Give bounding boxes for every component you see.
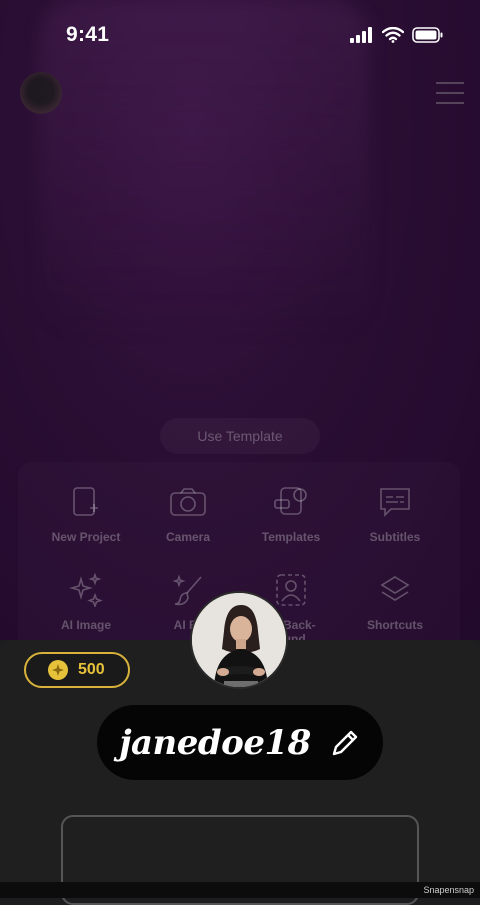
watermark: Snapensnap (423, 885, 474, 895)
coin-count: 500 (78, 661, 105, 678)
coin-balance-badge[interactable]: 500 (24, 652, 130, 688)
status-bar: 9:41 (0, 0, 480, 70)
username: janedoe18 (119, 722, 311, 763)
brush-icon (172, 574, 202, 606)
tool-label: Shortcuts (366, 618, 423, 632)
layers-icon (380, 576, 410, 601)
status-icons (350, 27, 444, 43)
edit-pencil-icon[interactable] (329, 727, 361, 759)
footer-bar (0, 882, 480, 898)
tool-label: Subtitles (369, 530, 421, 544)
tool-ai-image[interactable]: AI Image (31, 572, 141, 632)
tool-subtitles[interactable]: Subtitles (340, 484, 450, 544)
subtitles-icon (380, 488, 410, 517)
hamburger-menu-icon[interactable] (436, 82, 464, 104)
battery-icon (412, 27, 443, 43)
profile-avatar[interactable] (190, 591, 288, 689)
templates-icon (274, 487, 307, 515)
tool-new-project[interactable]: New Project (31, 484, 141, 544)
tool-label: Templates (261, 530, 321, 544)
tool-camera[interactable]: Camera (133, 484, 243, 544)
tool-shortcuts[interactable]: Shortcuts (340, 572, 450, 632)
coin-icon (48, 660, 68, 680)
wifi-icon (382, 27, 404, 43)
header-avatar[interactable] (20, 72, 62, 114)
camera-icon (170, 488, 206, 516)
cellular-signal-icon (350, 27, 372, 43)
username-pill[interactable]: janedoe18 (97, 705, 383, 780)
profile-photo (192, 593, 286, 687)
tool-label: New Project (51, 530, 121, 544)
tool-label: Camera (165, 530, 211, 544)
new-project-icon (73, 487, 98, 516)
sparkles-icon (69, 573, 103, 607)
remove-background-icon (276, 574, 306, 606)
tool-label: AI Image (60, 618, 111, 632)
status-time: 9:41 (66, 23, 110, 46)
tool-templates[interactable]: Templates (236, 484, 346, 544)
use-template-button[interactable]: Use Template (160, 418, 320, 454)
